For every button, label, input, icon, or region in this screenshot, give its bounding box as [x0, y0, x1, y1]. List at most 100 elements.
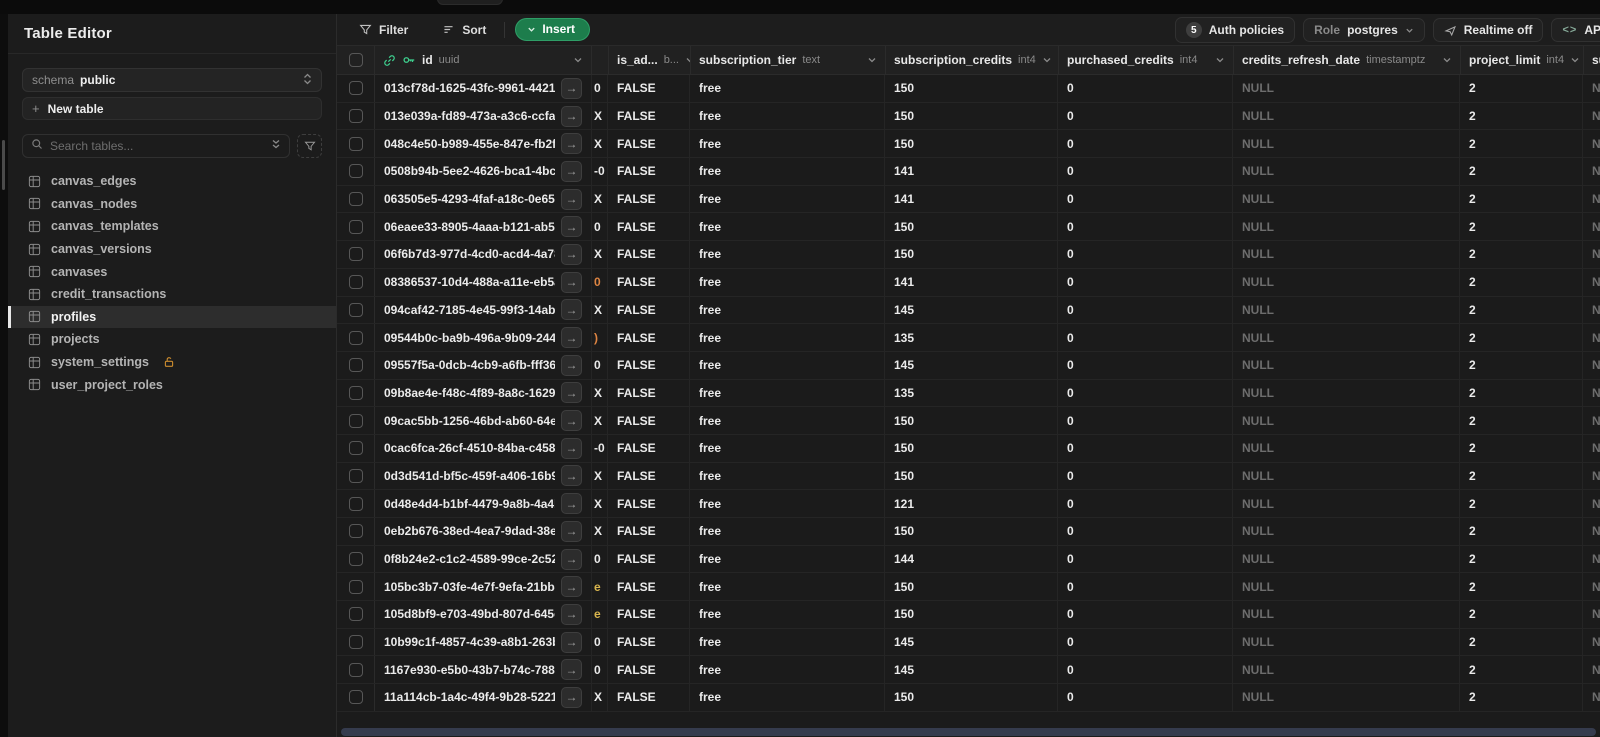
cell-is-admin[interactable]: FALSE: [608, 434, 690, 462]
cell-subscription-credits[interactable]: 145: [885, 351, 1058, 379]
cell-subscription-tier[interactable]: free: [690, 628, 885, 656]
fk-expand-button[interactable]: →: [561, 465, 582, 487]
fk-expand-button[interactable]: →: [561, 216, 582, 238]
cell-project-limit[interactable]: 2: [1460, 75, 1583, 102]
cell-is-admin[interactable]: FALSE: [608, 296, 690, 324]
cell-credits-refresh-date[interactable]: NULL: [1233, 379, 1460, 407]
cell-is-admin[interactable]: FALSE: [608, 268, 690, 296]
cell-subscription-credits[interactable]: 150: [885, 102, 1058, 130]
cell-id[interactable]: 0cac6fca-26cf-4510-84ba-c4580... →: [375, 434, 592, 462]
cell-project-limit[interactable]: 2: [1460, 158, 1583, 185]
cell-clipped[interactable]: X: [592, 518, 608, 545]
cell-clipped[interactable]: e: [592, 573, 608, 601]
cell-subscription-credits[interactable]: 150: [885, 518, 1058, 545]
cell-purchased-credits[interactable]: 0: [1058, 601, 1233, 628]
cell-subscription-tier[interactable]: free: [690, 351, 885, 379]
cell-credits-refresh-date[interactable]: NULL: [1233, 158, 1460, 185]
cell-subscription-credits[interactable]: 150: [885, 130, 1058, 158]
cell-clipped-right[interactable]: NULL: [1583, 684, 1600, 711]
cell-credits-refresh-date[interactable]: NULL: [1233, 407, 1460, 434]
cell-project-limit[interactable]: 2: [1460, 379, 1583, 407]
cell-is-admin[interactable]: FALSE: [608, 324, 690, 351]
cell-clipped-right[interactable]: NULL: [1583, 518, 1600, 545]
cell-subscription-tier[interactable]: free: [690, 490, 885, 517]
cell-credits-refresh-date[interactable]: NULL: [1233, 601, 1460, 628]
fk-expand-button[interactable]: →: [561, 410, 582, 432]
search-input[interactable]: Search tables...: [22, 134, 290, 158]
cell-project-limit[interactable]: 2: [1460, 518, 1583, 545]
cell-purchased-credits[interactable]: 0: [1058, 268, 1233, 296]
cell-id[interactable]: 048c4e50-b989-455e-847e-fb2f... →: [375, 130, 592, 158]
cell-subscription-credits[interactable]: 145: [885, 628, 1058, 656]
cell-purchased-credits[interactable]: 0: [1058, 158, 1233, 185]
cell-clipped[interactable]: e: [592, 601, 608, 628]
cell-purchased-credits[interactable]: 0: [1058, 490, 1233, 517]
row-checkbox[interactable]: [348, 635, 363, 650]
cell-id[interactable]: 10b99c1f-4857-4c39-a8b1-263b8...→: [375, 628, 592, 656]
cell-subscription-credits[interactable]: 144: [885, 545, 1058, 573]
cell-purchased-credits[interactable]: 0: [1058, 518, 1233, 545]
cell-purchased-credits[interactable]: 0: [1058, 628, 1233, 656]
cell-subscription-credits[interactable]: 150: [885, 684, 1058, 711]
horizontal-scrollbar[interactable]: [341, 728, 1596, 736]
sidebar-item-profiles[interactable]: profiles: [8, 305, 336, 329]
cell-credits-refresh-date[interactable]: NULL: [1233, 573, 1460, 601]
cell-is-admin[interactable]: FALSE: [608, 407, 690, 434]
cell-clipped-right[interactable]: NULL: [1583, 269, 1600, 296]
cell-project-limit[interactable]: 2: [1460, 628, 1583, 656]
sidebar-item-canvases[interactable]: canvases: [8, 260, 336, 283]
row-checkbox[interactable]: [348, 413, 363, 428]
cell-purchased-credits[interactable]: 0: [1058, 573, 1233, 601]
column-header-credits_refresh_date[interactable]: credits_refresh_date timestamptz: [1234, 46, 1461, 74]
cell-clipped-right[interactable]: NULL: [1583, 297, 1600, 324]
cell-id[interactable]: 105d8bf9-e703-49bd-807d-645e... →: [375, 601, 592, 628]
cell-project-limit[interactable]: 2: [1460, 434, 1583, 462]
fk-expand-button[interactable]: →: [561, 133, 582, 155]
cell-subscription-tier[interactable]: free: [690, 268, 885, 296]
cell-credits-refresh-date[interactable]: NULL: [1233, 518, 1460, 545]
cell-is-admin[interactable]: FALSE: [608, 379, 690, 407]
role-select[interactable]: Role postgres: [1303, 18, 1425, 42]
fk-expand-button[interactable]: →: [561, 243, 582, 265]
cell-subscription-tier[interactable]: free: [690, 573, 885, 601]
cell-clipped-right[interactable]: NULL: [1583, 158, 1600, 185]
fk-expand-button[interactable]: →: [561, 105, 582, 127]
cell-is-admin[interactable]: FALSE: [608, 601, 690, 628]
cell-project-limit[interactable]: 2: [1460, 684, 1583, 711]
cell-clipped-right[interactable]: NULL: [1583, 601, 1600, 628]
cell-clipped-right[interactable]: NULL: [1583, 186, 1600, 213]
cell-is-admin[interactable]: FALSE: [608, 656, 690, 684]
cell-id[interactable]: 013e039a-fd89-473a-a3c6-ccfa9... →: [375, 102, 592, 130]
cell-purchased-credits[interactable]: 0: [1058, 434, 1233, 462]
row-checkbox[interactable]: [348, 524, 363, 539]
row-checkbox[interactable]: [348, 468, 363, 483]
cell-clipped[interactable]: X: [592, 407, 608, 434]
cell-clipped-right[interactable]: NULL: [1583, 352, 1600, 379]
cell-clipped-right[interactable]: NULL: [1583, 573, 1600, 600]
cell-project-limit[interactable]: 2: [1460, 296, 1583, 324]
row-checkbox[interactable]: [348, 302, 363, 317]
cell-project-limit[interactable]: 2: [1460, 185, 1583, 213]
cell-clipped[interactable]: X: [592, 462, 608, 490]
cell-is-admin[interactable]: FALSE: [608, 518, 690, 545]
cell-credits-refresh-date[interactable]: NULL: [1233, 185, 1460, 213]
cell-is-admin[interactable]: FALSE: [608, 130, 690, 158]
column-header-project_limit[interactable]: project_limit int4: [1461, 46, 1584, 74]
row-checkbox[interactable]: [348, 136, 363, 151]
cell-project-limit[interactable]: 2: [1460, 241, 1583, 268]
cell-subscription-credits[interactable]: 150: [885, 213, 1058, 241]
chevron-down-icon[interactable]: [1570, 55, 1580, 65]
column-header-subscription_credits[interactable]: subscription_credits int4: [886, 46, 1059, 74]
cell-id[interactable]: 063505e5-4293-4faf-a18c-0e65b... →: [375, 185, 592, 213]
cell-purchased-credits[interactable]: 0: [1058, 407, 1233, 434]
cell-clipped[interactable]: 0: [592, 545, 608, 573]
cell-project-limit[interactable]: 2: [1460, 490, 1583, 517]
cell-credits-refresh-date[interactable]: NULL: [1233, 324, 1460, 351]
column-header-is_ad...[interactable]: is_ad... b...: [609, 46, 691, 74]
fk-expand-button[interactable]: →: [561, 631, 582, 653]
cell-id[interactable]: 0d3d541d-bf5c-459f-a406-16b93...→: [375, 462, 592, 490]
fk-expand-button[interactable]: →: [561, 327, 582, 349]
fk-expand-button[interactable]: →: [561, 659, 582, 681]
fk-expand-button[interactable]: →: [561, 354, 582, 376]
cell-subscription-tier[interactable]: free: [690, 75, 885, 102]
